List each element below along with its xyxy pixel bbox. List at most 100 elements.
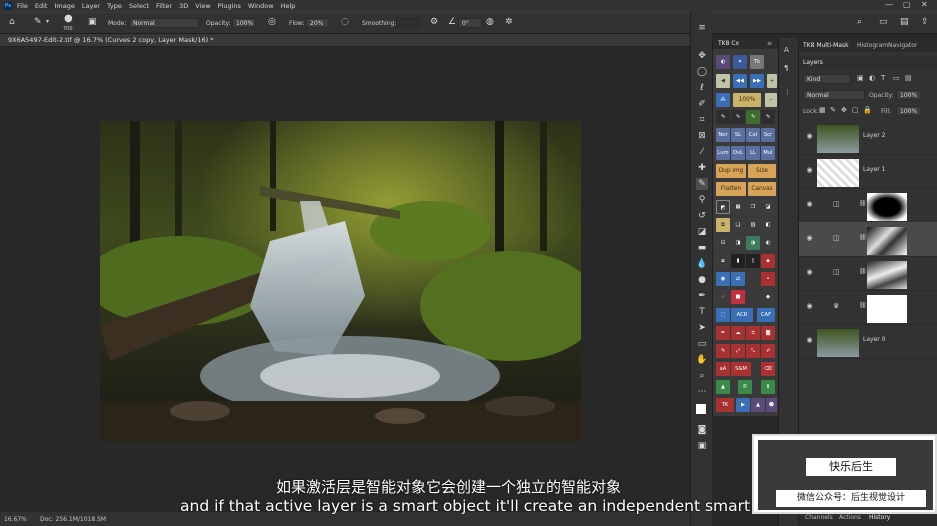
eyedropper-tool-icon[interactable]: ⁄ [696, 146, 708, 158]
tk-scr-button[interactable]: Scr [761, 128, 775, 142]
menu-3d[interactable]: 3D [179, 2, 188, 10]
tk-add-icon[interactable]: + [767, 74, 777, 88]
zoom-tool-icon[interactable]: ⌕ [696, 370, 708, 382]
mode-select[interactable]: Normal [129, 18, 199, 28]
minimize-icon[interactable]: — [885, 0, 893, 9]
tk-flatten-button[interactable]: Flatten [716, 182, 746, 196]
lock-artboard-icon[interactable]: ▢ [852, 106, 859, 114]
tk-half-icon[interactable]: ◐ [761, 236, 775, 250]
tk-cloud-icon[interactable]: ☁ [731, 326, 745, 340]
tk-mul-button[interactable]: Mul [761, 146, 775, 160]
visibility-eye-icon[interactable]: ◉ [805, 302, 814, 311]
close-icon[interactable]: ✕ [921, 0, 928, 9]
photoshop-logo-icon[interactable]: Ps [4, 2, 12, 10]
tab-actions[interactable]: Actions [839, 514, 861, 521]
kind-filter[interactable]: Kind [803, 74, 851, 84]
gear-icon[interactable]: ⚙ [430, 18, 438, 27]
layer-row[interactable]: ◉ Layer 2 [799, 120, 937, 155]
tk-eye-icon[interactable]: ◉ [716, 272, 730, 286]
visibility-eye-icon[interactable]: ◉ [805, 200, 814, 209]
menu-plugins[interactable]: Plugins [218, 2, 241, 10]
photo-image[interactable] [100, 121, 581, 442]
shape-tool-icon[interactable]: ▭ [696, 338, 708, 350]
visibility-eye-icon[interactable]: ◉ [805, 234, 814, 243]
tk-stop-icon[interactable]: ■ [731, 290, 745, 304]
tk-layers-icon[interactable]: ▦ [731, 200, 745, 214]
tk-shrink-icon[interactable]: ⤡ [746, 344, 760, 358]
gradient-tool-icon[interactable]: ▬ [696, 242, 708, 254]
menu-help[interactable]: Help [281, 2, 296, 10]
layer-name[interactable]: Layer 0 [863, 336, 885, 343]
brush-tool-icon[interactable]: ✎ [34, 18, 42, 27]
layer-mask-thumbnail[interactable] [867, 261, 907, 289]
layer-mask-thumbnail[interactable] [867, 193, 907, 221]
workspace-icon[interactable]: ▤ [900, 18, 909, 27]
stamp-tool-icon[interactable]: ⚲ [696, 194, 708, 206]
tk-dup-img-button[interactable]: Dup img [716, 164, 746, 178]
more-tools-icon[interactable]: ⋯ [696, 386, 708, 398]
tk-nor-button[interactable]: Nor [716, 128, 730, 142]
brush-tool-icon[interactable]: ✎ [696, 178, 708, 190]
dodge-tool-icon[interactable]: ● [696, 274, 708, 286]
tk-brush-red-icon[interactable]: ✎ [716, 344, 730, 358]
tk-split-icon[interactable]: ▥ [746, 218, 760, 232]
symmetry-icon[interactable]: ✲ [505, 18, 513, 27]
quick-select-tool-icon[interactable]: ✐ [696, 98, 708, 110]
filter-smart-icon[interactable]: ▤ [905, 74, 912, 82]
tk-dots-icon[interactable]: ⁘ [716, 290, 730, 304]
angle-icon[interactable]: ∠ [448, 18, 456, 27]
type-tool-icon[interactable]: T [696, 306, 708, 318]
ai-icon[interactable]: A [784, 46, 789, 54]
properties-icon[interactable]: ⋮ [784, 88, 791, 96]
lock-paint-icon[interactable]: ✎ [830, 106, 836, 114]
document-tab[interactable]: 9X6A5497-Edit-2.tif @ 16.7% (Curves 2 co… [0, 34, 690, 47]
tk-ovl-button[interactable]: OvL [731, 146, 745, 160]
filter-type-icon[interactable]: T [881, 74, 885, 82]
layer-row[interactable]: ◉ ♛ ⛓ [799, 290, 937, 325]
tk-minus-icon[interactable]: − [765, 93, 777, 107]
layer-row[interactable]: ◉ Layer 0 [799, 324, 937, 359]
tab-channels[interactable]: Channels [805, 514, 833, 521]
panel-menu-icon[interactable]: ≡ [767, 40, 772, 47]
tk-grid-icon[interactable]: ⁂ [716, 93, 730, 107]
tk-user-icon[interactable]: ☻ [766, 398, 777, 412]
tk-trash-icon[interactable]: ⌫ [761, 362, 775, 376]
link-icon[interactable]: ⛓ [859, 268, 867, 275]
smoothing-field[interactable] [396, 18, 420, 28]
tk-play-icon[interactable]: ▶ [736, 398, 750, 412]
tab-layers[interactable]: Layers [803, 59, 823, 66]
menu-edit[interactable]: Edit [35, 2, 48, 10]
doc-info[interactable]: Doc: 256.1M/1018.5M [40, 516, 106, 523]
menu-layer[interactable]: Layer [82, 2, 100, 10]
menu-select[interactable]: Select [129, 2, 149, 10]
menu-view[interactable]: View [195, 2, 210, 10]
layer-row[interactable]: ◉ ◫ ⛓ [799, 256, 937, 291]
tk-copyright-icon[interactable]: © [738, 380, 752, 394]
history-brush-icon[interactable]: ↺ [696, 210, 708, 222]
visibility-eye-icon[interactable]: ◉ [805, 336, 814, 345]
tk-color-icon[interactable]: ◐ [716, 55, 730, 69]
zoom-level[interactable]: 16.67% [4, 516, 27, 523]
tk-brush-green-icon[interactable]: ✎ [746, 110, 760, 124]
quick-mask-icon[interactable]: ◙ [696, 424, 708, 436]
filter-shape-icon[interactable]: ▭ [893, 74, 900, 82]
angle-field[interactable]: 0° [458, 18, 482, 28]
collapse-icon[interactable]: ≡ [696, 22, 708, 34]
tk-phone-icon[interactable]: ▮ [731, 254, 745, 268]
lock-move-icon[interactable]: ✥ [841, 106, 847, 114]
tk-pick-icon[interactable]: ✐ [761, 344, 775, 358]
brush-settings-icon[interactable]: ▣ [88, 18, 97, 27]
tk-contrast-icon[interactable]: ◪ [761, 200, 775, 214]
fill-field[interactable]: 100% [896, 106, 922, 116]
tk-invert-icon[interactable]: ◨ [731, 236, 745, 250]
eraser-tool-icon[interactable]: ◪ [696, 226, 708, 238]
tk-red-icon[interactable]: ▪ [761, 254, 775, 268]
visibility-eye-icon[interactable]: ◉ [805, 132, 814, 141]
flow-field[interactable]: 20% [306, 18, 330, 28]
pressure-size-icon[interactable]: ◍ [486, 18, 494, 27]
tk-duplicate-icon[interactable]: ❏ [731, 218, 745, 232]
tk-canvas-button[interactable]: Canvas [748, 182, 776, 196]
tk-tk-button[interactable]: TK [716, 398, 734, 412]
move-tool-icon[interactable]: ✥ [696, 50, 708, 62]
foreground-color-swatch[interactable] [696, 404, 706, 414]
